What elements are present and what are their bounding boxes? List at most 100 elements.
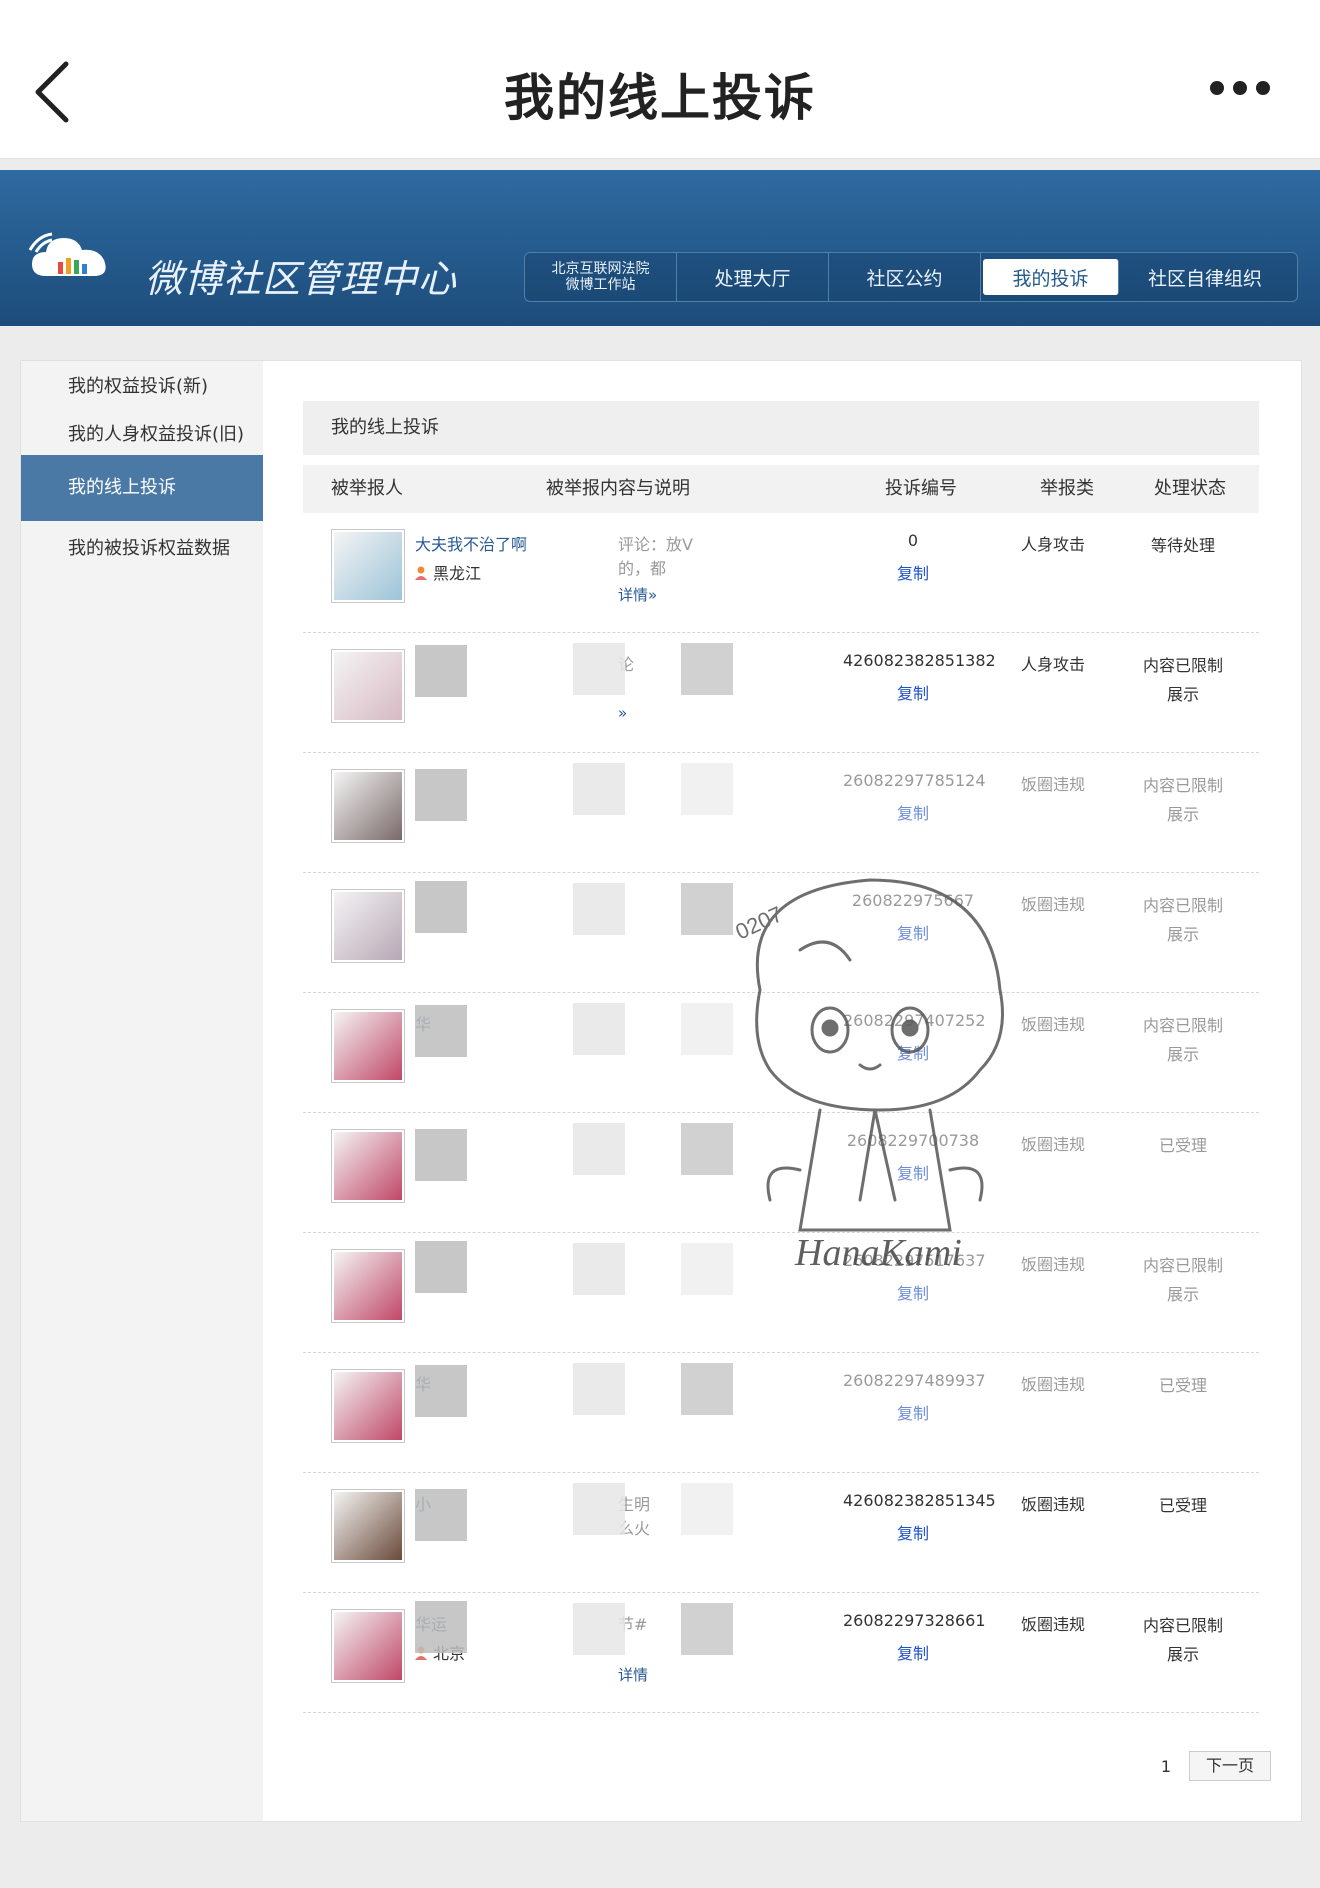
complaint-detail: 评论：放V 的，都 [618, 531, 693, 579]
nav-self-regulation[interactable]: 社区自律组织 [1121, 253, 1289, 301]
complaint-status: 等待处理 [1113, 531, 1253, 560]
redacted-block [415, 1241, 467, 1293]
complaint-id: 426082382851382 [843, 651, 996, 670]
redacted-block [415, 1129, 467, 1181]
redacted-block [415, 1365, 467, 1417]
table-row: 华26082297489937复制饭圈违规已受理 [303, 1353, 1259, 1473]
redacted-block [573, 1603, 625, 1655]
copy-button[interactable]: 复制 [843, 1400, 983, 1424]
reporter-avatar[interactable] [331, 1249, 405, 1323]
detail-link[interactable]: 详情» [618, 584, 657, 605]
reporter-avatar[interactable] [331, 1609, 405, 1683]
avatar-image [334, 1372, 402, 1440]
redacted-block [681, 1603, 733, 1655]
hanakami-watermark-drawing: 0207 HanaKami [732, 878, 1004, 1274]
reporter-avatar[interactable] [331, 529, 405, 603]
status-text: 已受理 [1158, 1376, 1207, 1395]
complaint-id: 26082297489937 [843, 1371, 986, 1390]
status-text: 已受理 [1158, 1496, 1207, 1515]
complaint-id: 0 [907, 531, 919, 550]
redacted-block [573, 1483, 625, 1535]
reporter-avatar[interactable] [331, 1129, 405, 1203]
content-header: 我的线上投诉 [303, 401, 1259, 455]
redacted-block [573, 643, 625, 695]
complaint-status: 内容已限制 展示 [1113, 1011, 1253, 1069]
complaint-id: 426082382851345 [843, 1491, 996, 1510]
next-page-button[interactable]: 下一页 [1189, 1751, 1271, 1781]
redacted-block [415, 881, 467, 933]
redacted-block [681, 643, 733, 695]
complaint-status: 内容已限制 展示 [1113, 1611, 1253, 1669]
redacted-block [573, 763, 625, 815]
col-type: 举报类 [1040, 478, 1094, 499]
reporter-avatar[interactable] [331, 1369, 405, 1443]
redacted-block [573, 883, 625, 935]
copy-button[interactable]: 复制 [843, 680, 983, 704]
redacted-block [415, 1489, 467, 1541]
reporter-name[interactable]: 大夫我不治了啊 [415, 531, 527, 555]
avatar-image [334, 1492, 402, 1560]
complaint-id: 26082297785124 [843, 771, 986, 790]
table-row: 大夫我不治了啊 黑龙江 评论：放V 的，都 详情» 0 复制 人身攻击 等待处理 [303, 513, 1259, 633]
complaint-status: 已受理 [1113, 1491, 1253, 1520]
banner-title: 微博社区管理中心 [145, 257, 458, 301]
status-text-2: 展示 [1166, 925, 1199, 944]
reporter-avatar[interactable] [331, 769, 405, 843]
redacted-block [415, 1005, 467, 1057]
table-header: 被举报人 被举报内容与说明 投诉编号 举报类 处理状态 [303, 465, 1259, 513]
detail-link[interactable]: 详情 [618, 1664, 648, 1685]
sidebar-item-complained-data[interactable]: 我的被投诉权益数据 [21, 523, 263, 575]
status-text-2: 展示 [1166, 1645, 1199, 1664]
status-text: 内容已限制 [1142, 1016, 1223, 1035]
nav-label-line1: 北京互联网法院 [551, 261, 650, 277]
status-text: 内容已限制 [1142, 1616, 1223, 1635]
page-title: 我的线上投诉 [504, 69, 816, 127]
redacted-block [573, 1243, 625, 1295]
nav-beijing-internet-court[interactable]: 北京互联网法院 微博工作站 [525, 253, 677, 301]
copy-button[interactable]: 复制 [843, 560, 983, 584]
copy-button[interactable]: 复制 [843, 1520, 983, 1544]
redacted-block [415, 645, 467, 697]
detail-text: 评论：放V [618, 535, 693, 554]
cloud-logo-icon [28, 232, 106, 276]
complaint-type: 饭圈违规 [1020, 1375, 1085, 1394]
watermark-code: 0207 [732, 901, 787, 944]
table-row: 26082297785124 复制 饭圈违规 内容已限制 展示 [303, 753, 1259, 873]
complaint-type: 饭圈违规 [1020, 775, 1085, 794]
page-number[interactable]: 1 [1161, 1757, 1171, 1776]
nav-processing-hall[interactable]: 处理大厅 [677, 253, 829, 301]
copy-button[interactable]: 复制 [843, 800, 983, 824]
nav-my-complaints[interactable]: 我的投诉 [983, 259, 1119, 295]
table-row: 小生明么火426082382851345复制饭圈违规已受理 [303, 1473, 1259, 1593]
redacted-block [681, 1363, 733, 1415]
reporter-avatar[interactable] [331, 889, 405, 963]
complaint-type: 人身攻击 [1020, 655, 1085, 674]
sidebar-item-rights-complaints-new[interactable]: 我的权益投诉(新) [21, 361, 263, 413]
reporter-location: 黑龙江 [415, 560, 481, 584]
status-text: 内容已限制 [1142, 656, 1223, 675]
reporter-avatar[interactable] [331, 1489, 405, 1563]
complaint-status: 已受理 [1113, 1131, 1253, 1160]
copy-button[interactable]: 复制 [843, 1640, 983, 1664]
sidebar-item-personal-rights-old[interactable]: 我的人身权益投诉(旧) [21, 409, 263, 461]
sidebar-item-online-complaints[interactable]: 我的线上投诉 [21, 455, 263, 521]
status-text: 已受理 [1158, 1136, 1207, 1155]
complaint-type: 饭圈违规 [1020, 1615, 1085, 1634]
main-card: 我的权益投诉(新) 我的人身权益投诉(旧) 我的线上投诉 我的被投诉权益数据 我… [20, 360, 1302, 1822]
detail-link[interactable]: » [618, 704, 627, 722]
nav-community-rules[interactable]: 社区公约 [829, 253, 981, 301]
main-nav: 北京互联网法院 微博工作站 处理大厅 社区公约 我的投诉 社区自律组织 [524, 252, 1298, 302]
redacted-block [415, 769, 467, 821]
avatar-image [334, 1012, 402, 1080]
reporter-avatar[interactable] [331, 649, 405, 723]
pagination: 1 下一页 [1161, 1751, 1271, 1781]
reporter-avatar[interactable] [331, 1009, 405, 1083]
more-options-icon[interactable] [1210, 80, 1280, 102]
col-id: 投诉编号 [885, 478, 957, 499]
avatar-image [334, 652, 402, 720]
col-detail: 被举报内容与说明 [546, 478, 690, 499]
complaint-type: 饭圈违规 [1020, 1495, 1085, 1514]
redacted-block [415, 1601, 467, 1653]
avatar-image [334, 1252, 402, 1320]
status-text-2: 展示 [1166, 1285, 1199, 1304]
